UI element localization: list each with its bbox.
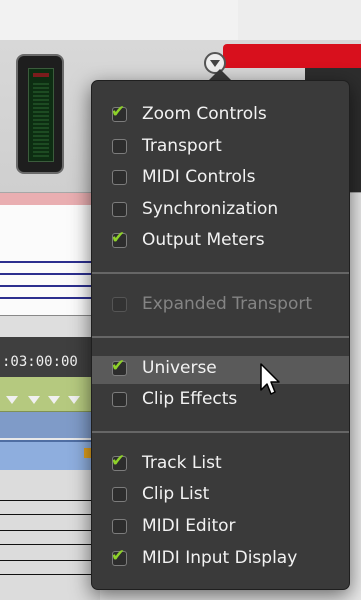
menu-item-label: Track List (142, 452, 222, 473)
menu-item-label: Output Meters (142, 230, 265, 251)
menu-item-label: Clip List (142, 484, 210, 505)
menu-item-midi-controls[interactable]: MIDI Controls (92, 165, 349, 193)
menu-item-label: Zoom Controls (142, 104, 267, 124)
timeline-divider (0, 315, 100, 338)
marker-icon[interactable] (28, 396, 40, 404)
checkbox[interactable]: ✔ (111, 356, 127, 376)
checkbox[interactable]: ✔ (111, 228, 127, 249)
menu-item-output-meters[interactable]: ✔ Output Meters (92, 228, 349, 256)
menu-item-label: MIDI Controls (142, 167, 256, 188)
checkbox (112, 297, 127, 312)
meter-clip-indicator (33, 73, 49, 77)
pointer-cursor-icon (260, 363, 280, 395)
track-line (0, 285, 100, 287)
menu-item-synchronization[interactable]: Synchronization (92, 197, 349, 225)
checkbox[interactable] (112, 487, 127, 503)
ruler-strip (0, 193, 100, 205)
meter-well (28, 68, 54, 162)
track-line (0, 297, 100, 299)
menu-item-midi-input-display[interactable]: ✔ MIDI Input Display (92, 546, 349, 574)
menu-item-label: Universe (142, 357, 217, 378)
menu-item-label: MIDI Input Display (142, 547, 298, 568)
track-line (0, 514, 100, 515)
menu-item-universe[interactable]: ✔ Universe (92, 355, 349, 384)
marker-icon[interactable] (68, 396, 80, 404)
menu-separator (92, 335, 349, 338)
marker-ruler[interactable] (0, 377, 100, 412)
checkbox[interactable] (112, 138, 127, 154)
menu-item-label: Clip Effects (142, 389, 238, 410)
menu-item-expanded-transport: Expanded Transport (92, 292, 349, 320)
track-line (0, 574, 100, 575)
check-icon: ✔ (111, 545, 126, 566)
universe-view[interactable] (0, 205, 101, 315)
track-line (0, 261, 100, 263)
menu-separator (92, 430, 349, 433)
output-meter (16, 54, 64, 174)
marker-icon[interactable] (6, 396, 18, 404)
menu-item-transport[interactable]: Transport (92, 134, 349, 162)
menu-item-label: Transport (142, 135, 222, 156)
checkbox[interactable] (112, 170, 127, 186)
checkbox[interactable] (112, 519, 127, 534)
track-line (0, 273, 100, 275)
menu-separator (92, 272, 349, 274)
menu-item-label: Synchronization (142, 198, 279, 219)
view-options-menu: ✔ Zoom Controls Transport MIDI Controls Sync… (91, 80, 350, 590)
menu-item-label: MIDI Editor (142, 516, 236, 536)
menu-item-zoom-controls[interactable]: ✔ Zoom Controls (92, 102, 349, 130)
checkbox[interactable]: ✔ (111, 451, 127, 471)
track-area[interactable] (0, 470, 100, 600)
menu-item-clip-list[interactable]: Clip List (92, 482, 349, 510)
track-line (0, 500, 100, 501)
check-icon: ✔ (111, 228, 126, 249)
marker-icon[interactable] (48, 396, 60, 404)
checkbox[interactable]: ✔ (111, 102, 127, 122)
checkbox[interactable] (112, 201, 127, 217)
check-icon: ✔ (111, 102, 126, 122)
record-indicator-strip (223, 44, 361, 68)
track-lane[interactable] (0, 412, 100, 438)
checkbox[interactable]: ✔ (111, 546, 127, 566)
check-icon: ✔ (111, 355, 126, 376)
track-line (0, 544, 100, 545)
timecode-label: :03:00:00 (2, 354, 78, 370)
menu-item-midi-editor[interactable]: MIDI Editor (92, 514, 349, 542)
checkbox[interactable] (112, 392, 127, 408)
track-line (0, 530, 100, 531)
menu-item-clip-effects[interactable]: Clip Effects (92, 387, 349, 415)
menu-item-track-list[interactable]: ✔ Track List (92, 451, 349, 479)
check-icon: ✔ (111, 450, 126, 471)
menu-item-label: Expanded Transport (142, 294, 312, 314)
track-line (0, 560, 100, 561)
title-bar-right (238, 0, 361, 40)
meter-bars (33, 83, 49, 157)
